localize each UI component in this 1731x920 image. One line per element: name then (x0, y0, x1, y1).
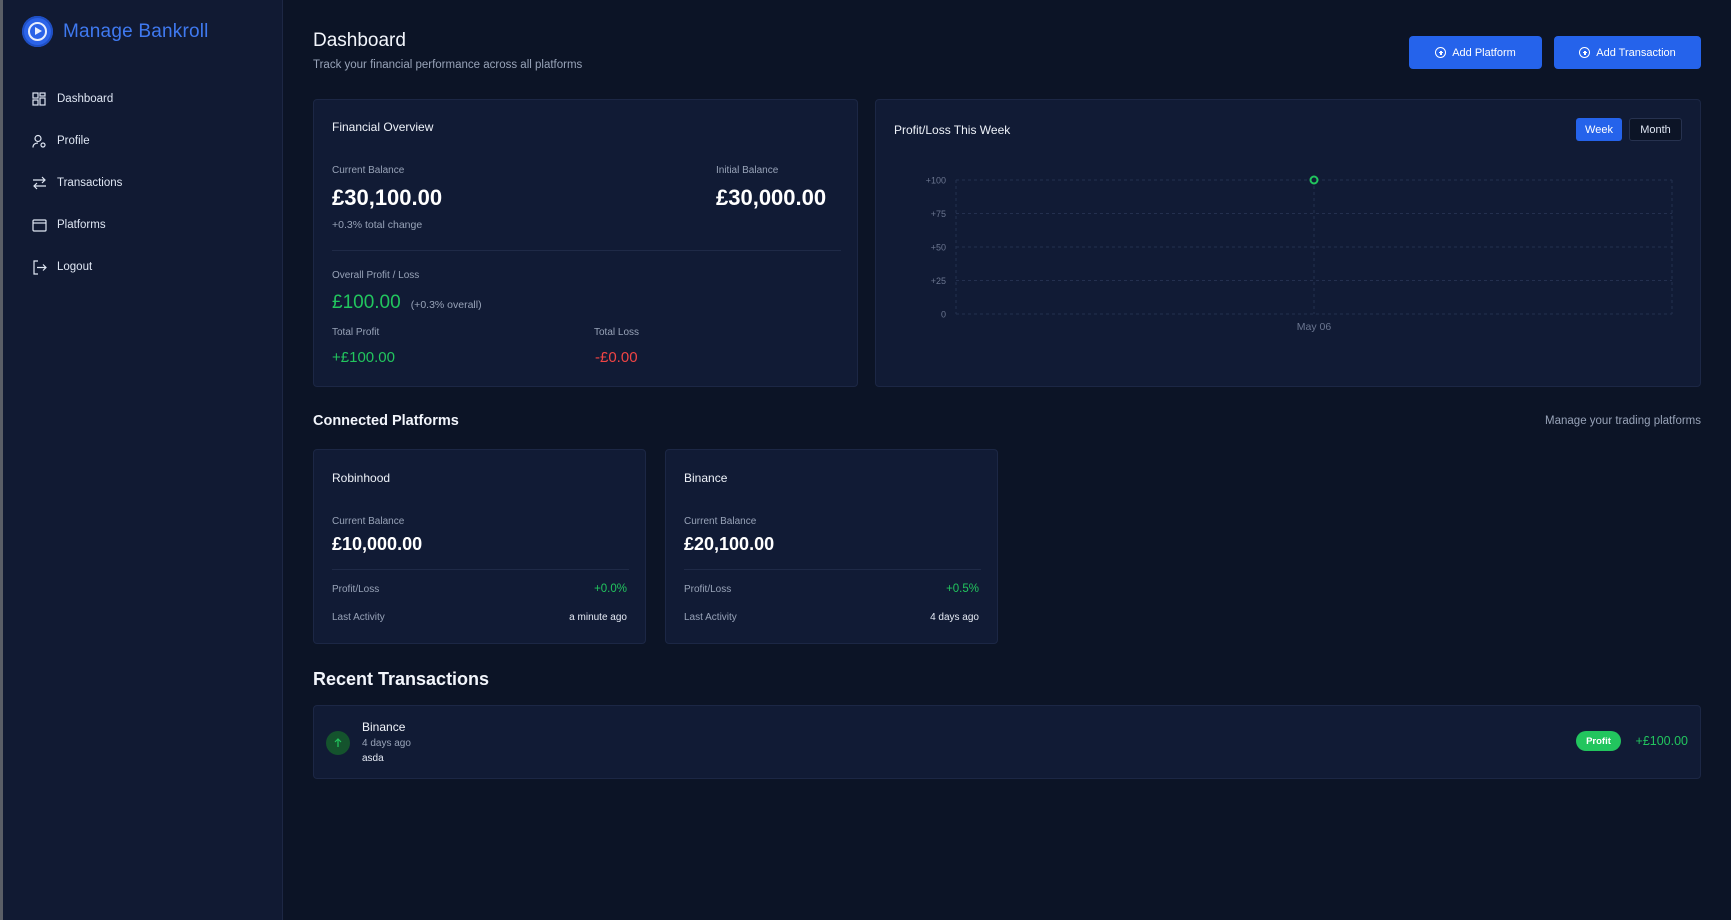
platform-balance-value: £20,100.00 (684, 534, 775, 554)
total-loss-value: -£0.00 (595, 349, 638, 366)
current-balance-value: £30,100.00 (332, 185, 443, 210)
divider (684, 569, 981, 570)
total-profit-label: Total Profit (332, 327, 380, 338)
platform-balance-label: Current Balance (684, 516, 757, 527)
overall-pl-label: Overall Profit / Loss (332, 270, 420, 281)
plus-circle-icon (1579, 47, 1591, 58)
platform-balance-label: Current Balance (332, 516, 405, 527)
platform-activity-value: 4 days ago (930, 612, 979, 623)
profit-loss-chart-card: Profit/Loss This Week +100 +75 +50 +25 0 May … (875, 99, 1701, 387)
overall-pl-row: £100.00 (+0.3% overall) (332, 292, 482, 314)
arrows-swap-icon (31, 175, 47, 191)
transaction-note: asda (362, 753, 384, 764)
total-loss-label: Total Loss (594, 327, 640, 338)
transaction-row[interactable]: Binance 4 days ago asda Profit +£100.00 (313, 705, 1701, 779)
sidebar-item-label: Dashboard (57, 93, 114, 105)
add-transaction-button[interactable]: Add Transaction (1554, 36, 1701, 69)
dashboard-grid-icon (31, 91, 47, 107)
sidebar-item-logout[interactable]: Logout (31, 246, 122, 288)
manage-platforms-link[interactable]: Manage your trading platforms (1545, 415, 1701, 427)
brand-logo-icon (22, 16, 53, 47)
platform-activity-value: a minute ago (569, 612, 627, 623)
platform-name: Robinhood (332, 471, 391, 485)
y-tick-label: +75 (931, 209, 946, 219)
sidebar-item-label: Transactions (57, 177, 123, 189)
initial-balance-value: £30,000.00 (716, 185, 827, 210)
transaction-platform: Binance (362, 720, 406, 734)
y-tick-label: +25 (931, 276, 946, 286)
divider (332, 250, 841, 251)
month-toggle-button[interactable]: Month (1629, 118, 1682, 141)
platform-pl-label: Profit/Loss (332, 584, 380, 595)
overall-pl-percent: (+0.3% overall) (410, 299, 482, 311)
y-tick-label: +100 (926, 176, 946, 186)
connected-platforms-title: Connected Platforms (313, 413, 459, 429)
brand[interactable]: Manage Bankroll (22, 16, 209, 47)
sidebar-item-label: Platforms (57, 219, 106, 231)
platform-pl-label: Profit/Loss (684, 584, 732, 595)
card-title: Financial Overview (332, 120, 434, 134)
platform-card-robinhood[interactable]: Robinhood Current Balance £10,000.00 Pro… (313, 449, 646, 644)
sidebar-item-profile[interactable]: Profile (31, 120, 122, 162)
user-gear-icon (31, 133, 47, 149)
arrow-up-icon (326, 731, 350, 755)
sidebar-item-platforms[interactable]: Platforms (31, 204, 122, 246)
profit-loss-chart: +100 +75 +50 +25 0 May 06 (926, 175, 1673, 333)
total-profit-value: +£100.00 (332, 349, 395, 366)
transaction-amount: +£100.00 (1635, 734, 1688, 748)
platform-balance-value: £10,000.00 (332, 534, 423, 554)
sidebar-item-dashboard[interactable]: Dashboard (31, 78, 122, 120)
divider (332, 569, 629, 570)
window-icon (31, 217, 47, 233)
profit-badge: Profit (1576, 731, 1621, 751)
sidebar: Manage Bankroll Dashboard Profile Transa… (0, 0, 283, 920)
total-change: +0.3% total change (332, 219, 423, 231)
sidebar-nav: Dashboard Profile Transactions Platforms… (31, 78, 122, 288)
transaction-time: 4 days ago (362, 738, 411, 749)
page-title: Dashboard (313, 30, 406, 51)
brand-name: Manage Bankroll (63, 20, 209, 42)
initial-balance-label: Initial Balance (716, 165, 779, 176)
data-point (1309, 175, 1319, 185)
platform-pl-value: +0.0% (594, 583, 627, 595)
recent-transactions-title: Recent Transactions (313, 669, 490, 689)
platform-activity-label: Last Activity (332, 612, 385, 623)
add-platform-label: Add Platform (1452, 46, 1516, 59)
page-subtitle: Track your financial performance across … (313, 59, 583, 71)
add-platform-button[interactable]: Add Platform (1409, 36, 1542, 69)
overall-pl-value: £100.00 (332, 292, 401, 313)
week-toggle-button[interactable]: Week (1576, 118, 1622, 141)
x-tick-label: May 06 (1297, 321, 1332, 333)
platform-activity-label: Last Activity (684, 612, 737, 623)
logout-icon (31, 259, 47, 275)
platform-name: Binance (684, 471, 728, 485)
current-balance-label: Current Balance (332, 165, 405, 176)
platform-pl-value: +0.5% (946, 583, 979, 595)
sidebar-item-transactions[interactable]: Transactions (31, 162, 122, 204)
platform-card-binance[interactable]: Binance Current Balance £20,100.00 Profi… (665, 449, 998, 644)
plus-circle-icon (1435, 47, 1447, 58)
add-transaction-label: Add Transaction (1596, 46, 1676, 59)
y-tick-label: 0 (941, 310, 946, 320)
sidebar-item-label: Logout (57, 261, 93, 273)
y-tick-label: +50 (931, 243, 946, 253)
financial-overview-card: Financial Overview Current Balance £30,1… (313, 99, 858, 387)
sidebar-item-label: Profile (57, 135, 90, 147)
